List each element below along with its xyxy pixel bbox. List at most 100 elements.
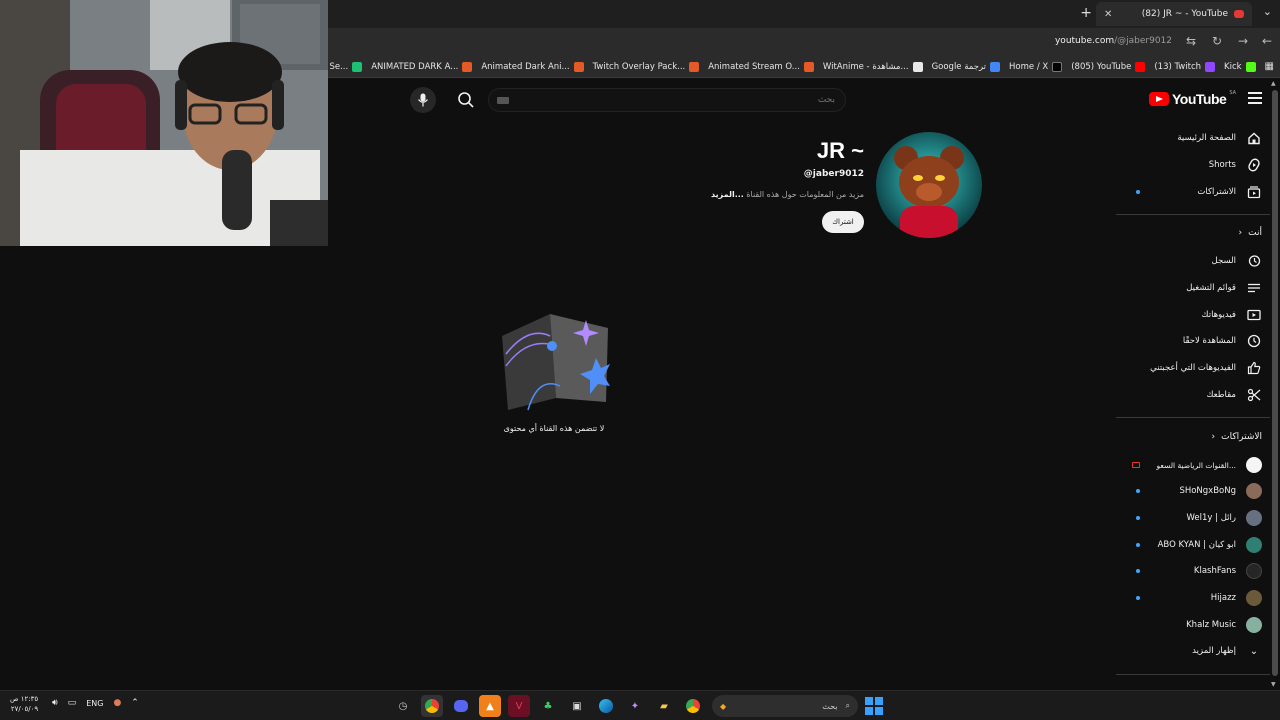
bookmark-item[interactable]: Home / X — [1009, 61, 1063, 72]
subscription-item[interactable]: Khalz Music — [1116, 612, 1270, 638]
subscription-item[interactable]: SHoNgxBoNg — [1116, 478, 1270, 504]
page-scrollbar[interactable]: ▲ ▼ — [1270, 78, 1280, 690]
webcam-feed — [0, 0, 328, 246]
watch-later-icon — [1246, 333, 1262, 349]
tab-search-chevron-icon[interactable]: ⌄ — [1263, 5, 1272, 18]
microphone-tray-icon[interactable]: ● — [113, 698, 121, 708]
search-highlight-icon: ◆ — [720, 701, 727, 711]
windows-taskbar: ١٢:٣٥ ص ٢٧/٠٥/٠٩ 🔊︎ ▭ ENG ● ⌃ ◷ ▲ V ♣ ▣ … — [0, 690, 1280, 720]
more-link[interactable]: ...المزيد — [711, 190, 744, 199]
app-orange-a-icon[interactable]: ▲ — [479, 695, 501, 717]
sidebar-item-liked-videos[interactable]: الفيديوهات التي أعجبتني — [1116, 355, 1270, 381]
you-section-header[interactable]: أنت › — [1239, 228, 1262, 238]
close-tab-icon[interactable]: ✕ — [1104, 9, 1112, 20]
app-discord-icon[interactable] — [450, 695, 472, 717]
taskbar-clock[interactable]: ١٢:٣٥ ص ٢٧/٠٥/٠٩ — [10, 694, 38, 714]
clips-icon — [1246, 387, 1262, 403]
language-indicator[interactable]: ENG — [86, 699, 103, 708]
sidebar: الصفحة الرئيسية Shorts الاشتراكات أنت › … — [1116, 122, 1270, 682]
app-store-icon[interactable]: ▣ — [566, 695, 588, 717]
menu-icon[interactable] — [1248, 92, 1262, 104]
new-tab-button[interactable]: + — [1080, 5, 1092, 21]
sidebar-item-clips[interactable]: مقاطعك — [1116, 382, 1270, 408]
microphone-icon[interactable] — [410, 87, 436, 113]
playlists-icon — [1246, 280, 1262, 296]
bookmark-item[interactable]: WitAnime - مشاهدة... — [823, 61, 923, 72]
channel-avatar — [1246, 617, 1262, 633]
bookmarks-menu-icon[interactable]: ▦ — [1265, 61, 1274, 72]
app-copilot-icon[interactable]: ✦ — [624, 695, 646, 717]
new-content-dot — [1136, 596, 1140, 600]
app-files-icon[interactable]: ▰ — [653, 695, 675, 717]
bookmark-item[interactable]: (13) Twitch — [1154, 61, 1216, 72]
bookmark-label: Twitch Overlay Pack... — [592, 61, 686, 72]
app-edge-icon[interactable] — [595, 695, 617, 717]
subscriptions-section-header[interactable]: الاشتراكات › — [1212, 432, 1262, 442]
subscription-item[interactable]: Wel1y | رائل — [1116, 505, 1270, 531]
windows-start-icon[interactable] — [865, 697, 883, 715]
empty-channel-message: لا تتضمن هذه القناة أي محتوى — [503, 424, 605, 433]
tab-youtube[interactable]: (82) JR ~ - YouTube ✕ — [1096, 2, 1252, 26]
sidebar-item-label: مقاطعك — [1206, 390, 1236, 400]
sidebar-item-playlists[interactable]: قوائم التشغيل — [1116, 275, 1270, 301]
channel-avatar-large[interactable] — [876, 132, 982, 238]
scroll-up-icon[interactable]: ▲ — [1271, 80, 1276, 87]
app-clock-icon[interactable]: ◷ — [392, 695, 414, 717]
channel-about-text: مزيد من المعلومات حول هذه القناة — [743, 190, 864, 199]
clock-time: ١٢:٣٥ ص — [10, 695, 39, 703]
bookmark-item[interactable]: (805) YouTube — [1071, 61, 1146, 72]
url-field[interactable]: youtube.com/@jaber9012 — [1055, 36, 1172, 46]
new-content-dot — [1136, 543, 1140, 547]
history-icon — [1246, 253, 1262, 269]
subscriptions-header-label: الاشتراكات — [1221, 432, 1262, 442]
channel-avatar — [1246, 563, 1262, 579]
sidebar-item-watch-later[interactable]: المشاهدة لاحقًا — [1116, 328, 1270, 354]
scroll-down-icon[interactable]: ▼ — [1271, 681, 1276, 688]
subscription-item[interactable]: Hijazz — [1116, 585, 1270, 611]
show-more-button[interactable]: ⌄ إظهار المزيد — [1116, 638, 1270, 664]
taskbar-search[interactable]: ⌕ بحث ◆ — [712, 695, 858, 717]
subscribe-button[interactable]: اشتراك — [822, 211, 864, 233]
new-content-dot — [1136, 489, 1140, 493]
sidebar-item-home[interactable]: الصفحة الرئيسية — [1116, 125, 1270, 151]
new-content-dot — [1136, 190, 1140, 194]
bookmark-item[interactable]: Kick — [1224, 61, 1256, 72]
app-chrome-2-icon[interactable] — [682, 695, 704, 717]
chevron-up-icon[interactable]: ⌃ — [131, 698, 139, 708]
bookmark-item[interactable]: Google ترجمة — [932, 61, 1001, 72]
sidebar-item-shorts[interactable]: Shorts — [1116, 152, 1270, 178]
bookmark-item[interactable]: iverr - Freelance Se... — [328, 61, 363, 72]
youtube-logo[interactable]: YouTube SA — [1149, 90, 1236, 107]
system-tray: 🔊︎ ▭ ENG ● ⌃ — [52, 698, 139, 708]
volume-icon[interactable]: 🔊︎ — [52, 698, 58, 708]
keyboard-icon[interactable] — [497, 97, 509, 104]
sidebar-item-history[interactable]: السجل — [1116, 248, 1270, 274]
taskbar-search-label: بحث — [822, 701, 838, 711]
channel-about-link[interactable]: مزيد من المعلومات حول هذه القناة ...المز… — [711, 190, 864, 199]
bookmark-item[interactable]: ANIMATED DARK A... — [371, 61, 473, 72]
app-chrome-icon[interactable] — [421, 695, 443, 717]
shorts-icon — [1246, 157, 1262, 173]
bookmark-favicon-icon — [1135, 61, 1146, 72]
bookmark-item[interactable]: Animated Dark Ani... — [481, 61, 584, 72]
reload-icon[interactable]: ↻ — [1212, 34, 1222, 48]
site-settings-icon[interactable]: ⇆ — [1186, 34, 1196, 48]
bookmark-favicon-icon — [803, 61, 814, 72]
forward-arrow-icon[interactable]: → — [1238, 34, 1248, 48]
back-arrow-icon[interactable]: ← — [1262, 34, 1272, 48]
search-icon[interactable] — [456, 90, 476, 110]
sidebar-item-your-videos[interactable]: فيديوهاتك — [1116, 302, 1270, 328]
bookmark-item[interactable]: Animated Stream O... — [708, 61, 814, 72]
search-input[interactable] — [489, 89, 845, 111]
chevron-right-icon: › — [1211, 432, 1216, 442]
subscription-item[interactable]: القنوات الرياضية السعو... — [1116, 452, 1270, 478]
search-field[interactable] — [488, 88, 846, 112]
app-vegas-icon[interactable]: V — [508, 695, 530, 717]
subscription-item[interactable]: ABO KYAN | ابو كيان — [1116, 532, 1270, 558]
network-icon[interactable]: ▭ — [68, 698, 77, 708]
subscription-item[interactable]: KlashFans — [1116, 558, 1270, 584]
bookmark-item[interactable]: Twitch Overlay Pack... — [592, 61, 700, 72]
sidebar-item-subscriptions[interactable]: الاشتراكات — [1116, 179, 1270, 205]
app-green-icon[interactable]: ♣ — [537, 695, 559, 717]
scrollbar-thumb[interactable] — [1272, 90, 1278, 676]
